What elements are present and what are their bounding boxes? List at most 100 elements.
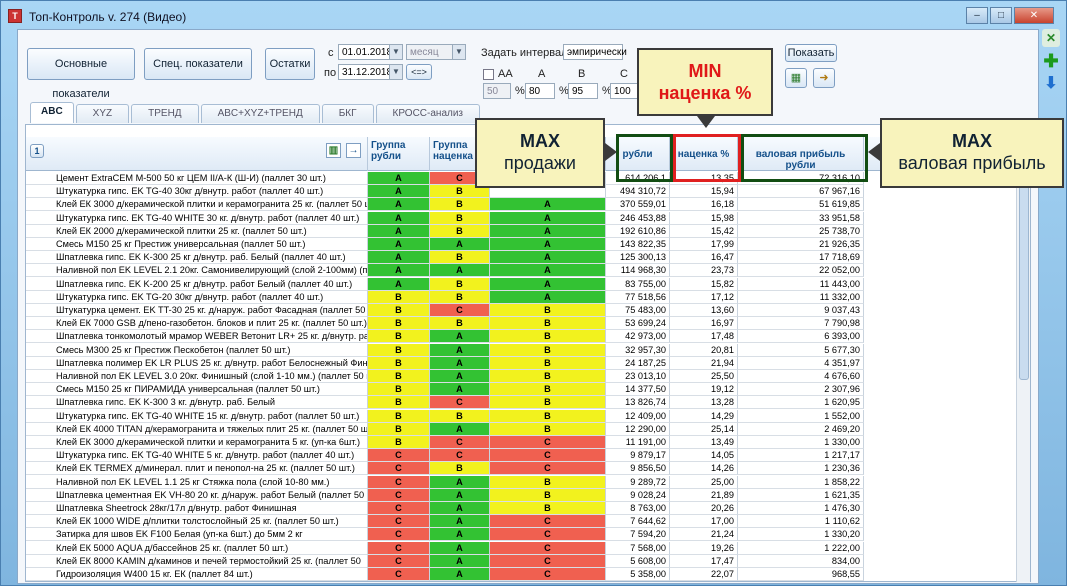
maximize-button[interactable]: □ xyxy=(990,7,1012,24)
table-row[interactable]: Смесь М150 25 кг ПИРАМИДА универсальная … xyxy=(26,383,1030,397)
row-markup-cell: 20,26 xyxy=(670,502,738,515)
row-group-markup-cell: A xyxy=(430,528,490,542)
row-name-cell: Клей ЕК 2000 д/керамической плитки 25 кг… xyxy=(26,224,368,238)
grid-number-badge[interactable]: 1 xyxy=(30,144,44,158)
row-group-3-cell: A xyxy=(490,198,606,212)
tab-abc-xyz-trend[interactable]: ABC+XYZ+ТРЕНД xyxy=(200,104,320,123)
row-group-3-cell: B xyxy=(490,396,606,410)
max-sales-highlight xyxy=(616,134,673,182)
row-gross-cell: 1 110,62 xyxy=(738,515,864,529)
close-button[interactable]: ✕ xyxy=(1014,7,1054,24)
row-name-cell: Клей ЕК 5000 AQUA д/бассейнов 25 кг. (па… xyxy=(26,541,368,555)
row-group-3-cell: A xyxy=(490,238,606,251)
table-row[interactable]: Наливной пол EK LEVEL 1.1 25 кг Стяжка п… xyxy=(26,475,1030,489)
main-indicators-button[interactable]: Основные показатели xyxy=(27,48,135,100)
table-row[interactable]: Затирка для швов EK F100 Белая (уп-ка 6ш… xyxy=(26,528,1030,542)
row-rub-cell: 8 763,00 xyxy=(606,502,670,515)
table-row[interactable]: Шпатлевка тонкомолотый мрамор WEBER Вето… xyxy=(26,330,1030,344)
c-value[interactable]: 100 xyxy=(610,83,640,99)
a-value[interactable]: 80 xyxy=(525,83,555,99)
column-chooser-icon[interactable]: ▥ xyxy=(326,143,341,158)
table-row[interactable]: Клей EK TERMEX д/минерал. плит и пенопол… xyxy=(26,462,1030,476)
table-row[interactable]: Шпатлевка цементная EK VH-80 20 кг. д/на… xyxy=(26,488,1030,502)
period-dropdown-icon[interactable]: ▼ xyxy=(452,44,466,60)
callout-max-sales-line1: MAX xyxy=(520,131,560,151)
stock-button[interactable]: Остатки xyxy=(265,48,315,80)
special-indicators-button[interactable]: Спец. показатели xyxy=(144,48,252,80)
minimize-button[interactable]: – xyxy=(966,7,988,24)
tab-abc[interactable]: ABC xyxy=(30,102,74,123)
show-button[interactable]: Показать xyxy=(785,44,837,62)
table-row[interactable]: Штукатурка гипс. EK TG-40 WHITE 30 кг. д… xyxy=(26,211,1030,225)
table-row[interactable]: Клей ЕК 2000 д/керамической плитки 25 кг… xyxy=(26,224,1030,238)
table-row[interactable]: Наливной пол EK LEVEL 3.0 20кг. Финишный… xyxy=(26,370,1030,383)
row-markup-cell: 17,47 xyxy=(670,554,738,568)
row-group-3-cell: A xyxy=(490,251,606,265)
add-icon[interactable]: ✚ xyxy=(1042,52,1060,70)
table-row[interactable]: Гидроизоляция W400 15 кг. ЕК (паллет 84 … xyxy=(26,568,1030,581)
row-group-markup-cell: B xyxy=(430,277,490,291)
row-name-cell: Смесь М300 25 кг Престиж Пескобетон (пал… xyxy=(26,343,368,357)
arrow-down-icon[interactable]: ⬇ xyxy=(1042,75,1060,93)
row-group-3-cell: B xyxy=(490,475,606,489)
aa-value[interactable]: 50 xyxy=(483,83,511,99)
row-group-rub-cell: A xyxy=(368,172,430,185)
callout-max-gross-line1: MAX xyxy=(952,131,992,151)
table-row[interactable]: Штукатурка гипс. EK TG-40 WHITE 5 кг. д/… xyxy=(26,449,1030,463)
table-row[interactable]: Штукатурка гипс. EK TG-20 30кг д/внутр. … xyxy=(26,290,1030,304)
row-group-3-cell: A xyxy=(490,264,606,278)
row-group-rub-cell: C xyxy=(368,541,430,555)
interval-mode-select[interactable]: эмпирически xyxy=(563,44,627,60)
date-from-dropdown-icon[interactable]: ▼ xyxy=(389,44,403,60)
close-panel-icon[interactable]: ✕ xyxy=(1042,29,1060,47)
row-gross-cell: 1 222,00 xyxy=(738,541,864,555)
table-row[interactable]: Клей ЕК 3000 д/керамической плитки и кер… xyxy=(26,436,1030,449)
vertical-scrollbar[interactable] xyxy=(1016,172,1030,582)
table-row[interactable]: Клей ЕК 4000 TITAN д/керамогранита и тяж… xyxy=(26,422,1030,436)
table-row[interactable]: Смесь М300 25 кг Престиж Пескобетон (пал… xyxy=(26,343,1030,357)
main-panel: Основные показатели Спец. показатели Ост… xyxy=(17,29,1039,584)
table-row[interactable]: Клей ЕК 1000 WIDE д/плитки толстослойный… xyxy=(26,515,1030,529)
date-to-dropdown-icon[interactable]: ▼ xyxy=(389,64,403,80)
row-gross-cell: 1 858,22 xyxy=(738,475,864,489)
table-row[interactable]: Клей ЕК 7000 GSB д/пено-газобетон. блоко… xyxy=(26,317,1030,331)
scrollbar-thumb[interactable] xyxy=(1019,180,1029,380)
tab-bkg[interactable]: БКГ xyxy=(321,104,374,123)
table-row[interactable]: Штукатурка гипс. EK TG-40 WHITE 15 кг. д… xyxy=(26,409,1030,423)
row-group-3-cell: B xyxy=(490,383,606,397)
row-name-cell: Наливной пол EK LEVEL 1.1 25 кг Стяжка п… xyxy=(26,475,368,489)
row-gross-cell: 968,55 xyxy=(738,568,864,581)
row-group-rub-cell: B xyxy=(368,290,430,304)
table-row[interactable]: Шпатлевка полимер EK LR PLUS 25 кг. д/вн… xyxy=(26,356,1030,370)
row-group-rub-cell: B xyxy=(368,436,430,449)
arrow-right-icon[interactable]: → xyxy=(346,143,361,158)
tab-cross-analysis[interactable]: КРОСС-анализ xyxy=(375,104,481,123)
table-row[interactable]: Наливной пол EK LEVEL 2.1 20кг. Самониве… xyxy=(26,264,1030,278)
row-rub-cell: 246 453,88 xyxy=(606,211,670,225)
table-row[interactable]: Шпатлевка гипс. EK K-300 3 кг. д/внутр. … xyxy=(26,396,1030,410)
title-bar[interactable]: T Топ-Контроль v. 274 (Видео) – □ ✕ xyxy=(1,1,1066,31)
export-icon[interactable]: ➜ xyxy=(813,68,835,88)
row-name-cell: Шпатлевка Sheetrock 28кг/17л д/внутр. ра… xyxy=(26,502,368,515)
table-row[interactable]: Шпатлевка гипс. EK K-300 25 кг д/внутр. … xyxy=(26,251,1030,265)
export-excel-icon[interactable]: ▦ xyxy=(785,68,807,88)
row-group-rub-cell: A xyxy=(368,224,430,238)
swap-dates-button[interactable]: <=> xyxy=(406,64,432,80)
table-row[interactable]: Штукатурка цемент. EK TT-30 25 кг. д/нар… xyxy=(26,304,1030,317)
row-markup-cell: 13,28 xyxy=(670,396,738,410)
table-row[interactable]: Шпатлевка гипс. EK K-200 25 кг д/внутр. … xyxy=(26,277,1030,291)
row-group-rub-cell: B xyxy=(368,330,430,344)
header-group-rub[interactable]: Группа рубли xyxy=(368,137,430,171)
table-row[interactable]: Клей ЕК 8000 KAMIN д/каминов и печей тер… xyxy=(26,554,1030,568)
b-value[interactable]: 95 xyxy=(568,83,598,99)
table-row[interactable]: Шпатлевка Sheetrock 28кг/17л д/внутр. ра… xyxy=(26,502,1030,515)
aa-checkbox[interactable] xyxy=(483,69,494,80)
table-row[interactable]: Смесь М150 25 кг Престиж универсальная (… xyxy=(26,238,1030,251)
abc-grid: 1 ▥ → Группа рубли Группа наценка рубли … xyxy=(25,124,1031,582)
row-group-3-cell: C xyxy=(490,528,606,542)
table-row[interactable]: Клей ЕК 5000 AQUA д/бассейнов 25 кг. (па… xyxy=(26,541,1030,555)
row-group-markup-cell: B xyxy=(430,211,490,225)
tab-trend[interactable]: ТРЕНД xyxy=(131,104,199,123)
table-row[interactable]: Клей ЕК 3000 д/керамической плитки и кер… xyxy=(26,198,1030,212)
tab-xyz[interactable]: XYZ xyxy=(75,104,130,123)
